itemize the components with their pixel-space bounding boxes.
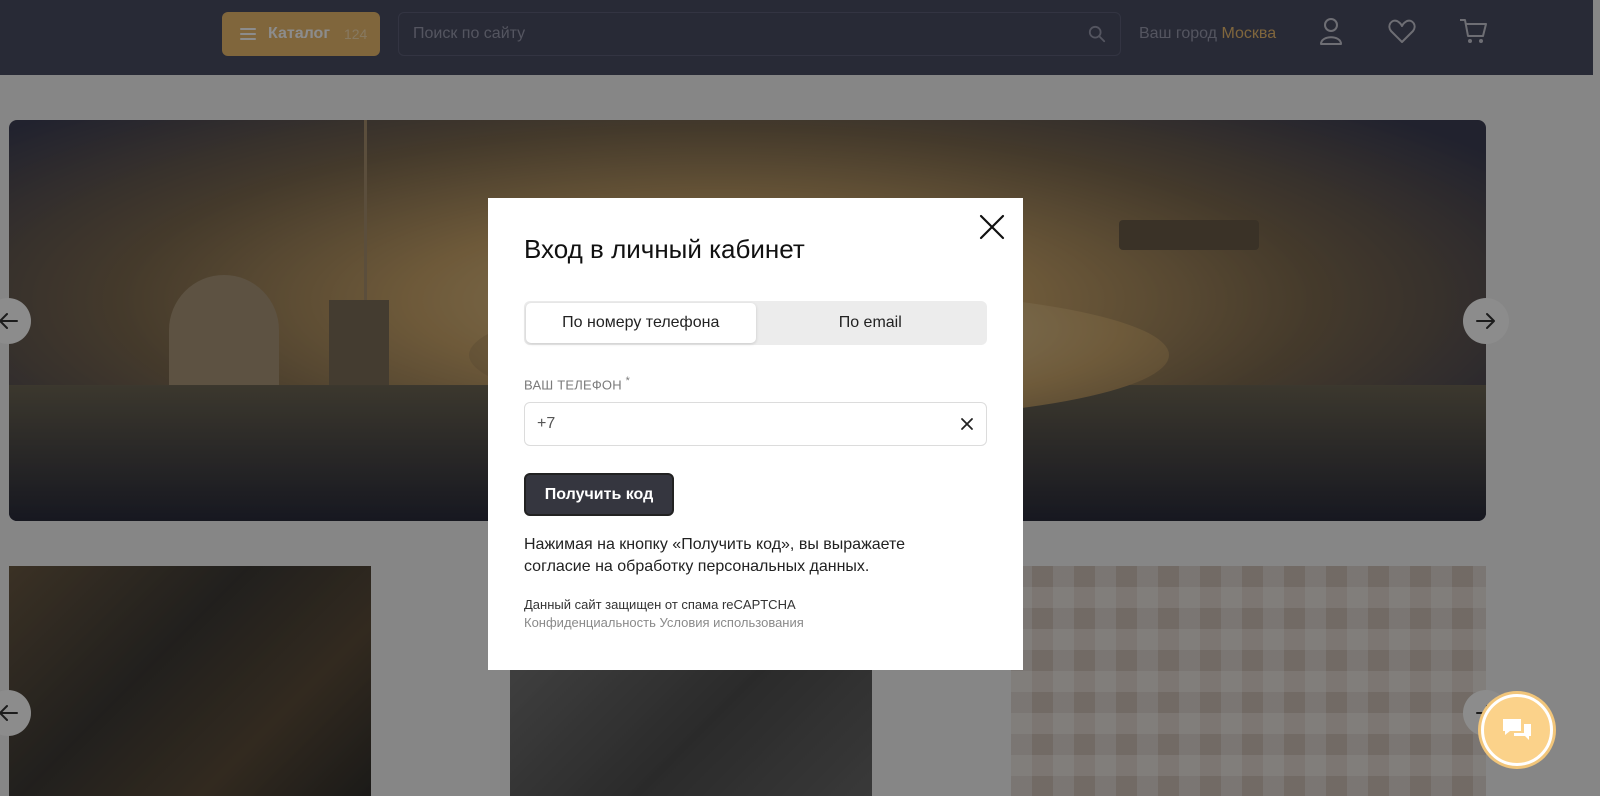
login-method-tabs: По номеру телефона По email — [524, 301, 987, 345]
tab-phone[interactable]: По номеру телефона — [526, 303, 756, 343]
recaptcha-notice: Данный сайт защищен от спама reCAPTCHA К… — [524, 596, 987, 632]
consent-text: Нажимая на кнопку «Получить код», вы выр… — [524, 536, 906, 576]
clear-icon[interactable] — [960, 417, 974, 431]
login-modal: Вход в личный кабинет По номеру телефона… — [488, 198, 1023, 670]
recaptcha-text: Данный сайт защищен от спама reCAPTCHA — [524, 597, 796, 613]
modal-title: Вход в личный кабинет — [524, 234, 805, 264]
required-mark: * — [625, 375, 631, 387]
get-code-button[interactable]: Получить код — [524, 473, 674, 517]
close-icon[interactable] — [977, 212, 1007, 242]
chat-icon — [1503, 719, 1531, 740]
tab-email[interactable]: По email — [756, 303, 986, 343]
terms-link[interactable]: Условия использования — [660, 615, 804, 630]
phone-label-text: ВАШ ТЕЛЕФОН — [524, 377, 622, 393]
phone-label: ВАШ ТЕЛЕФОН * — [524, 375, 987, 392]
chat-widget-button[interactable] — [1481, 694, 1553, 766]
phone-input[interactable] — [537, 415, 960, 434]
privacy-link[interactable]: Конфиденциальность — [524, 615, 656, 630]
phone-field — [524, 402, 987, 447]
